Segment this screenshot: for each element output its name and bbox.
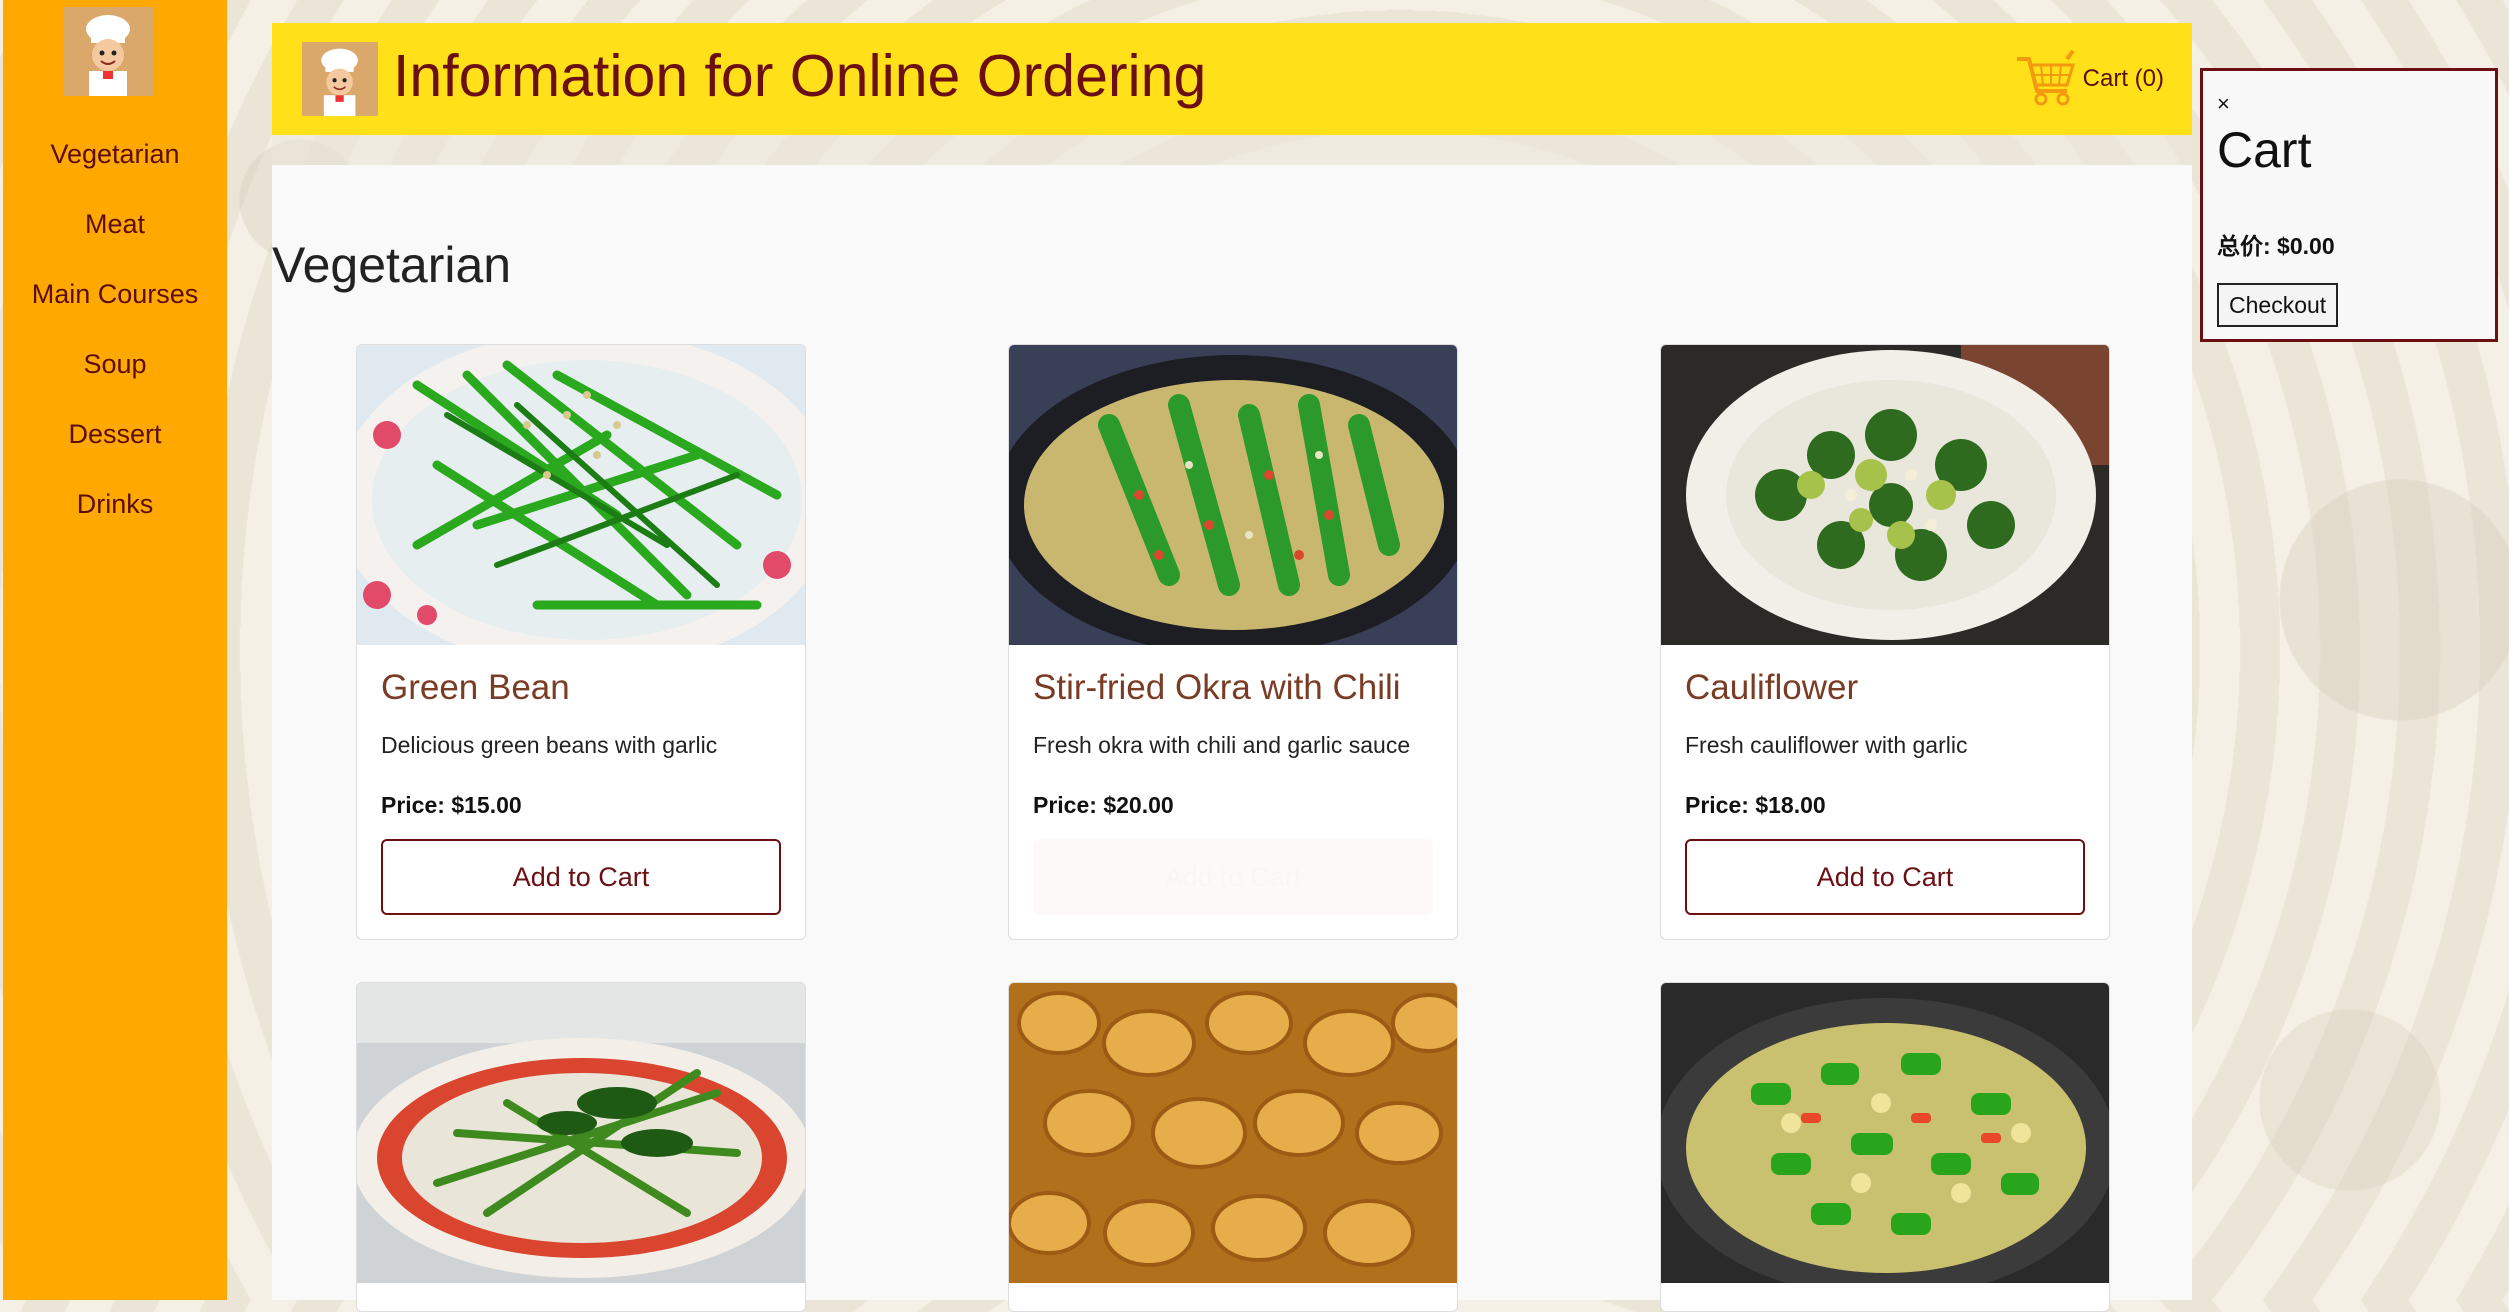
site-header: Information for Online Ordering Cart (0)	[272, 23, 2192, 135]
water-spinach-image	[357, 983, 805, 1283]
product-price: Price: $20.00	[1033, 792, 1174, 818]
product-card	[356, 982, 806, 1312]
product-name: Cauliflower	[1685, 668, 1859, 707]
cart-total: 总价: $0.00	[2217, 233, 2335, 259]
sidebar-item-dessert[interactable]: Dessert	[3, 412, 227, 482]
product-card-cauliflower: Cauliflower Fresh cauliflower with garli…	[1660, 344, 2110, 940]
add-to-cart-button[interactable]: Add to Cart	[1685, 839, 2085, 915]
product-description: Fresh okra with chili and garlic sauce	[1033, 732, 1411, 758]
header-divider	[272, 135, 2192, 165]
product-description: Fresh cauliflower with garlic	[1685, 732, 1968, 758]
section-title: Vegetarian	[272, 237, 512, 293]
sidebar: Vegetarian Meat Main Courses Soup Desser…	[3, 0, 227, 1300]
product-name: Stir-fried Okra with Chili	[1033, 668, 1401, 707]
add-to-cart-button[interactable]: Add to Cart	[381, 839, 781, 915]
fried-potato-image	[1009, 983, 1457, 1283]
page-title: Information for Online Ordering	[393, 43, 1207, 109]
product-name: Green Bean	[381, 668, 570, 707]
product-card-okra: Stir-fried Okra with Chili Fresh okra wi…	[1008, 344, 1458, 940]
sidebar-item-soup[interactable]: Soup	[3, 342, 227, 412]
product-card	[1660, 982, 2110, 1312]
sidebar-item-vegetarian[interactable]: Vegetarian	[3, 132, 227, 202]
cart-link[interactable]: Cart (0)	[2011, 45, 2164, 113]
cart-count-label: Cart (0)	[2082, 65, 2164, 92]
chef-logo-image	[63, 7, 154, 96]
sidebar-item-drinks[interactable]: Drinks	[3, 482, 227, 552]
chef-logo-image	[302, 42, 378, 116]
product-card-green-bean: Green Bean Delicious green beans with ga…	[356, 344, 806, 940]
sidebar-item-meat[interactable]: Meat	[3, 202, 227, 272]
cauliflower-image	[1661, 345, 2109, 645]
close-icon[interactable]: ×	[2217, 91, 2230, 117]
sidebar-item-main-courses[interactable]: Main Courses	[3, 272, 227, 342]
category-nav: Vegetarian Meat Main Courses Soup Desser…	[3, 132, 227, 552]
product-card	[1008, 982, 1458, 1312]
pepper-egg-image	[1661, 983, 2109, 1283]
main-content: Vegetarian Green Bean Delicious green be…	[272, 165, 2192, 1312]
shopping-cart-icon	[2016, 49, 2075, 106]
product-price: Price: $18.00	[1685, 792, 1826, 818]
product-price: Price: $15.00	[381, 792, 522, 818]
cart-title: Cart	[2217, 122, 2312, 178]
green-bean-image	[357, 345, 805, 645]
cart-panel: × Cart 总价: $0.00 Checkout	[2200, 68, 2498, 342]
checkout-button[interactable]: Checkout	[2217, 283, 2339, 327]
add-to-cart-button[interactable]: Add to Cart	[1033, 839, 1433, 915]
okra-image	[1009, 345, 1457, 645]
product-description: Delicious green beans with garlic	[381, 732, 718, 758]
